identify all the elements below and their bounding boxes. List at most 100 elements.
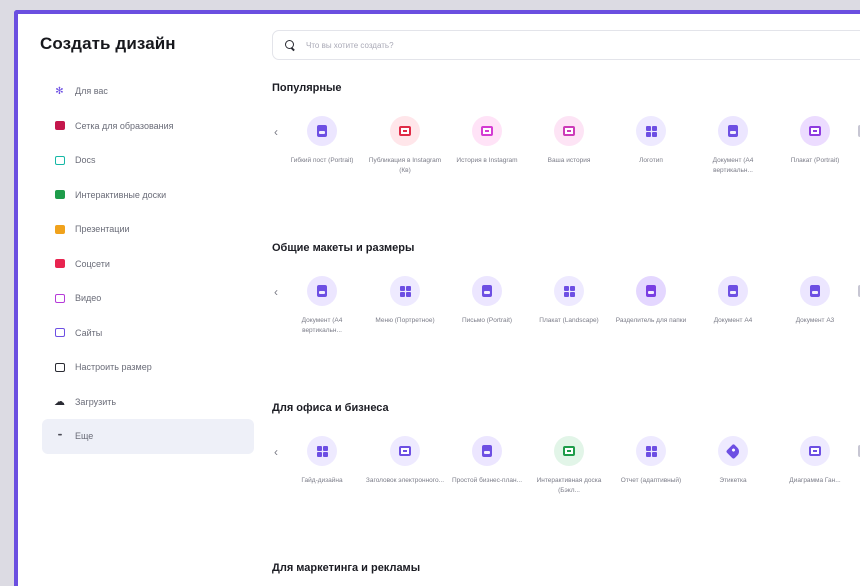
sidebar-item-9[interactable]: ☁ Загрузить (42, 385, 254, 420)
template-grid-icon (636, 116, 666, 146)
template-sheet-icon (472, 276, 502, 306)
template-tile[interactable]: Письмо (Portrait) (447, 276, 527, 326)
sidebar-item-7[interactable]: Сайты (42, 316, 254, 351)
sidebar-list: ✻ Для вас Сетка для образования Docs Интерак… (42, 74, 254, 454)
section-title: Для офиса и бизнеса (272, 402, 389, 414)
sidebar-item-label: Интерактивные доски (75, 189, 167, 200)
section-0: Популярные ‹ Гибкий пост (Portrait) Публика… (272, 82, 860, 174)
whiteboard-icon (54, 189, 65, 200)
template-label: История в Instagram (456, 157, 518, 164)
template-tile[interactable]: Гайд-дизайна (282, 436, 362, 486)
template-label: Гибкий пост (Portrait) (290, 157, 354, 164)
template-box-icon (390, 116, 420, 146)
template-tile[interactable]: История в Instagram (447, 116, 527, 166)
sidebar-item-label: Загрузить (75, 396, 117, 407)
template-box-icon (554, 436, 584, 466)
template-box-icon (800, 436, 830, 466)
template-label: Документ (A4 вертикальн... (301, 317, 343, 334)
template-tile[interactable]: Документ A3 (775, 276, 855, 326)
template-tile[interactable]: Простой бизнес-план... (447, 436, 527, 486)
template-tile[interactable]: Документ (A4 вертикальн... (282, 276, 362, 336)
section-title: Популярные (272, 82, 342, 94)
sidebar-item-label: Сайты (75, 327, 103, 338)
template-sheet-icon (307, 116, 337, 146)
template-label: Отчет (адаптивный) (620, 477, 682, 484)
sidebar-item-label: Соцсети (75, 258, 110, 269)
template-tile[interactable]: Документ (A4 вертикальн... (693, 116, 773, 176)
template-label: Меню (Портретное) (375, 317, 435, 324)
template-label: Документ (A4 вертикальн... (712, 157, 754, 174)
template-tile[interactable]: Диаграмма Ган... (775, 436, 855, 486)
template-label: Этикетка (719, 477, 747, 484)
section-3: Для маркетинга и рекламы (272, 562, 860, 574)
sidebar-item-label: Для вас (75, 86, 108, 97)
template-tile[interactable]: Ваша история (529, 116, 609, 166)
sidebar-item-10[interactable]: ••• Еще (42, 419, 254, 454)
template-sheet-icon (800, 276, 830, 306)
template-tag-icon (718, 436, 748, 466)
section-title: Для маркетинга и рекламы (272, 562, 421, 574)
template-tile[interactable]: Заголовок электронного... (365, 436, 445, 486)
sidebar: Создать дизайн ✻ Для вас Сетка для образов… (18, 14, 266, 586)
sidebar-item-0[interactable]: ✻ Для вас (42, 74, 254, 109)
template-box-icon (390, 436, 420, 466)
sidebar-item-8[interactable]: Настроить размер (42, 350, 254, 385)
template-tile[interactable]: Отчет (адаптивный) (611, 436, 691, 486)
template-tile[interactable]: Логотип (611, 116, 691, 166)
main-panel: Популярные ‹Гибкий пост (Portrait)Публика… (266, 14, 860, 586)
template-label: Плакат (Portrait) (790, 157, 840, 164)
sidebar-item-label: Настроить размер (75, 362, 152, 373)
sidebar-item-4[interactable]: Презентации (42, 212, 254, 247)
template-label: Интерактивная доска (Бэкл... (536, 477, 602, 494)
sidebar-item-6[interactable]: Видео (42, 281, 254, 316)
template-tile[interactable]: Этикетка (693, 436, 773, 486)
template-grid-icon (307, 436, 337, 466)
website-icon (54, 327, 65, 338)
template-tile[interactable]: Публикация в Instagram (Кв) (365, 116, 445, 176)
template-row: ‹ Гайд-дизайна Заголовок электронного... Пр… (272, 436, 860, 516)
template-tile[interactable]: Разделитель для папки (611, 276, 691, 326)
template-label: Диаграмма Ган... (789, 477, 841, 484)
template-row: ‹ Гибкий пост (Portrait) Публикация в Inst… (272, 116, 860, 196)
presentation-icon (54, 224, 65, 235)
more-icon: ••• (57, 433, 62, 440)
sparkle-icon: ✻ (55, 85, 64, 97)
sidebar-item-2[interactable]: Docs (42, 143, 254, 178)
template-tile[interactable]: Интерактивная доска (Бэкл... (529, 436, 609, 496)
sidebar-title: Создать дизайн (40, 34, 176, 53)
template-sheet-icon (307, 276, 337, 306)
template-sheet-icon (718, 276, 748, 306)
sidebar-item-1[interactable]: Сетка для образования (42, 109, 254, 144)
sidebar-item-3[interactable]: Интерактивные доски (42, 178, 254, 213)
template-tile[interactable]: Гибкий пост (Portrait) (282, 116, 362, 166)
search-input[interactable] (306, 40, 806, 50)
sidebar-item-label: Docs (75, 155, 96, 166)
section-title: Общие макеты и размеры (272, 242, 415, 254)
sidebar-item-5[interactable]: Соцсети (42, 247, 254, 282)
template-row: ‹ Документ (A4 вертикальн... Меню (Портрет… (272, 276, 860, 356)
template-tile[interactable]: Документ A4 (693, 276, 773, 326)
template-box-icon (800, 116, 830, 146)
template-sheet-icon (636, 276, 666, 306)
template-label: Логотип (639, 157, 663, 164)
template-label: Документ A4 (713, 317, 753, 324)
search-bar[interactable] (272, 30, 860, 60)
video-icon (54, 293, 65, 304)
graduation-cap-icon (54, 120, 65, 131)
custom-size-icon (54, 362, 65, 373)
template-tile[interactable]: Плакат (Portrait) (775, 116, 855, 166)
docs-icon (54, 155, 65, 166)
template-label: Заголовок электронного... (365, 477, 445, 484)
template-tile[interactable]: Плакат (Landscape) (529, 276, 609, 326)
upload-cloud-icon: ☁ (54, 396, 65, 409)
search-icon (285, 39, 296, 51)
template-label: Ваша история (547, 157, 591, 164)
template-label: Документ A3 (795, 317, 835, 324)
template-box-icon (554, 116, 584, 146)
template-tile[interactable]: Меню (Портретное) (365, 276, 445, 326)
template-label: Разделитель для папки (615, 317, 687, 324)
template-sheet-icon (718, 116, 748, 146)
sidebar-item-label: Презентации (75, 224, 130, 235)
template-grid-icon (390, 276, 420, 306)
sidebar-item-label: Еще (75, 431, 94, 442)
